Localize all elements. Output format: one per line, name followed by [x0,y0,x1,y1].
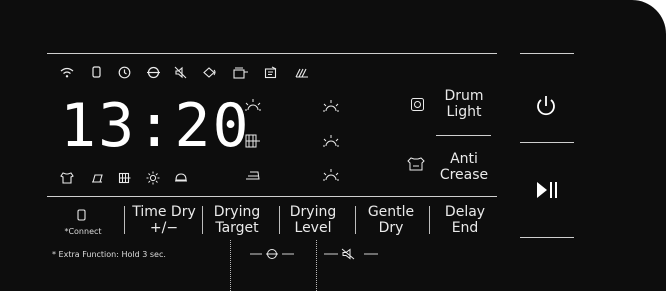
drum-divider [436,135,491,136]
sun-icon [322,134,340,150]
play-pause-icon [537,182,557,198]
wifi-icon [60,67,74,78]
phone-icon [92,66,102,78]
grid-icon [244,133,262,149]
anti-crease-icon [407,157,425,171]
control-panel: 13:20 Drum Light Anti Crease *Connect Ti… [0,0,666,291]
power-button[interactable] [533,93,561,121]
dotted-guide [316,240,319,291]
bottom-divider-right [520,237,574,238]
drum-light-label[interactable]: Drum Light [433,88,495,120]
footnote: * Extra Function: Hold 3 sec. [52,250,166,259]
bottom-divider [47,196,497,197]
sun-icon [322,168,340,184]
connect-label: *Connect [64,227,102,236]
shirt-icon [60,172,74,184]
start-pause-button[interactable] [533,178,561,206]
time-dry-button[interactable]: Time Dry +/− [125,204,203,236]
separator [279,206,280,234]
time-display: 13:20 [60,91,251,161]
delay-end-button[interactable]: Delay End [435,204,495,236]
clock-icon [118,66,132,79]
child-lock-icon [233,66,249,79]
connect-button[interactable]: *Connect [57,207,109,239]
drying-target-button[interactable]: Drying Target [206,204,268,236]
cap-icon [174,172,188,184]
grid-icon [118,172,132,184]
sun-icon [244,98,262,114]
drying-level-button[interactable]: Drying Level [282,204,344,236]
sun-icon [322,99,340,115]
mute-combo-indicator [322,248,380,260]
phone-icon [77,209,89,221]
dotted-guide [230,240,233,291]
top-divider-right [520,53,574,54]
leaf-icon [294,66,310,79]
iron-icon [244,168,262,182]
power-icon [537,96,555,116]
separator [429,206,430,234]
time-icon [264,66,278,79]
separator [202,206,203,234]
eco-combo-indicator [248,248,296,260]
eco-icon [146,66,162,79]
sun-icon [146,171,160,185]
top-divider [47,53,497,54]
anti-crease-label[interactable]: Anti Crease [433,151,495,183]
mute-icon [174,66,188,79]
middle-divider-right [520,142,574,143]
gentle-dry-button[interactable]: Gentle Dry [358,204,424,236]
drum-light-icon [410,97,426,112]
towel-icon [90,172,104,184]
dryer-icon [202,66,218,79]
separator [355,206,356,234]
